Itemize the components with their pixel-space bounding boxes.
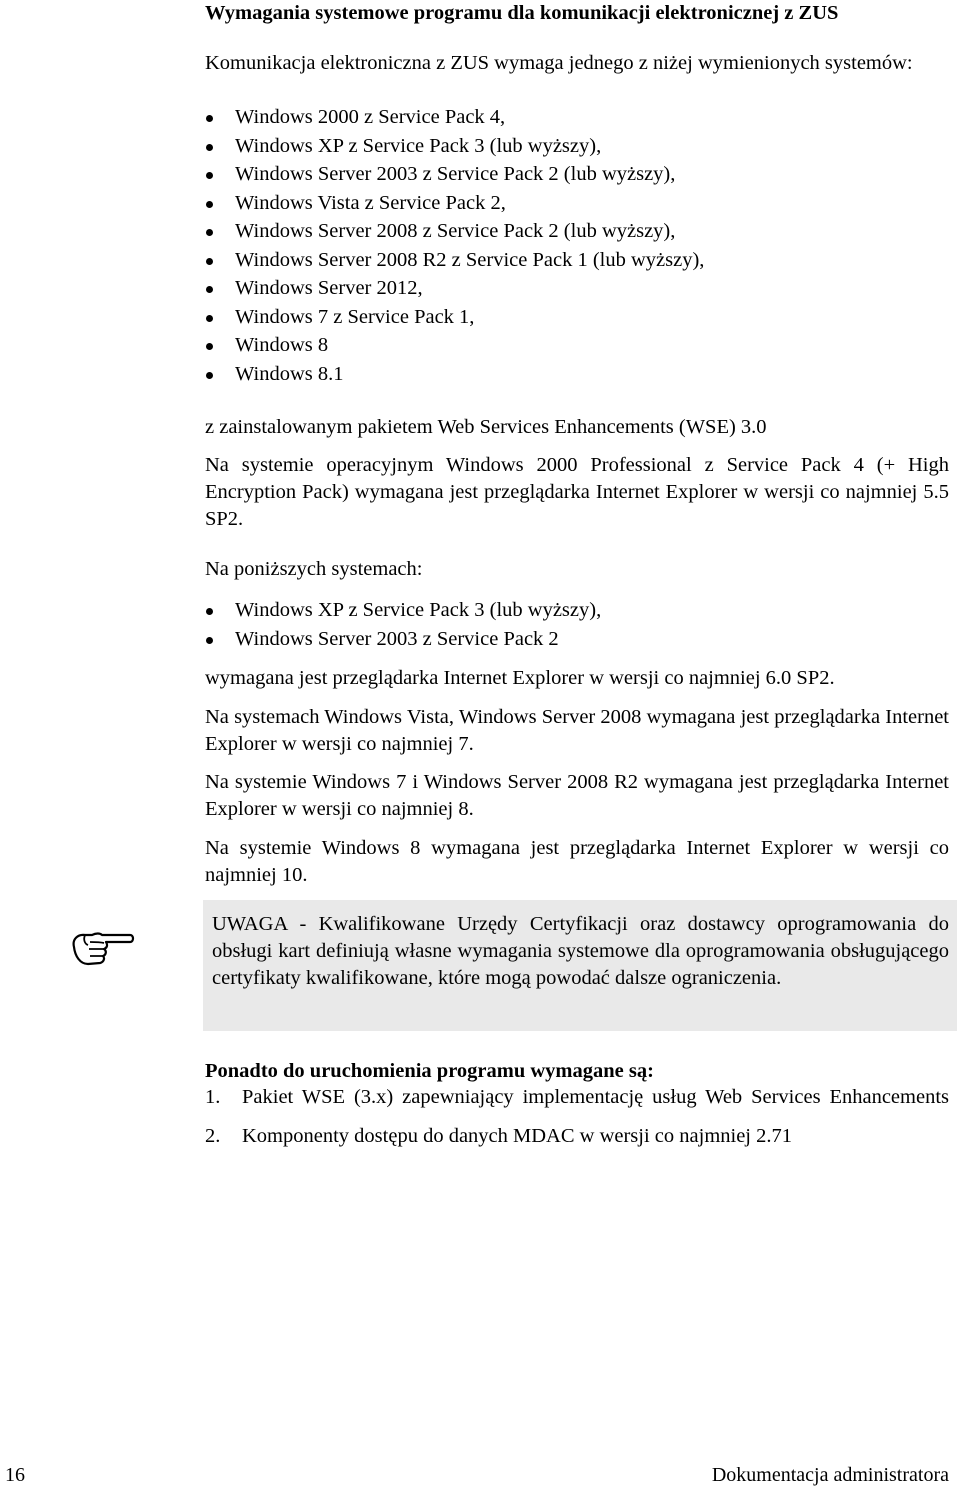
list-item: Windows 8.1 [205, 360, 949, 389]
additional-requirements-heading: Ponadto do uruchomienia programu wymagan… [205, 1060, 654, 1082]
bullet-icon [206, 229, 213, 236]
bullet-icon [206, 286, 213, 293]
list-item: Windows XP z Service Pack 3 (lub wyższy)… [205, 132, 949, 161]
list-item: Windows 8 [205, 331, 949, 360]
list-item: Windows Server 2012, [205, 274, 949, 303]
win7-paragraph: Na systemie Windows 7 i Windows Server 2… [205, 771, 949, 820]
list-item: 2. Komponenty dostępu do danych MDAC w w… [205, 1125, 793, 1147]
bullet-icon [206, 636, 213, 644]
bullet-icon [206, 200, 213, 208]
below-systems-intro: Na poniższych systemach: [205, 558, 423, 580]
vista-paragraph: Na systemach Windows Vista, Windows Serv… [205, 706, 949, 755]
bullet-icon [206, 257, 213, 265]
wse-requirement: z zainstalowanym pakietem Web Services E… [205, 416, 767, 438]
list-item: Windows Server 2008 z Service Pack 2 (lu… [205, 217, 949, 246]
bullet-icon [206, 314, 213, 322]
list-item: Windows Server 2008 R2 z Service Pack 1 … [205, 246, 949, 275]
page-title: Wymagania systemowe programu dla komunik… [205, 2, 839, 24]
list-item: Windows Server 2003 z Service Pack 2 [205, 625, 949, 654]
list-item: Windows Server 2003 z Service Pack 2 (lu… [205, 160, 949, 189]
list-item: Windows 7 z Service Pack 1, [205, 303, 949, 332]
bullet-icon [206, 143, 213, 151]
bullet-icon [206, 172, 213, 179]
ie6-requirement: wymagana jest przeglądarka Internet Expl… [205, 667, 835, 689]
pointing-hand-icon [66, 925, 136, 970]
additional-requirements-list: 1. Pakiet WSE (3.x) zapewniający impleme… [205, 1084, 949, 1150]
below-systems-list: Windows XP z Service Pack 3 (lub wyższy)… [205, 596, 949, 653]
bullet-icon [206, 371, 213, 379]
list-item: Windows Vista z Service Pack 2, [205, 189, 949, 218]
bullet-icon [206, 343, 213, 350]
page-number: 16 [5, 1464, 25, 1486]
intro-paragraph: Komunikacja elektroniczna z ZUS wymaga j… [205, 52, 913, 74]
systems-list: Windows 2000 z Service Pack 4, Windows X… [205, 103, 949, 388]
note-text: UWAGA - Kwalifikowane Urzędy Certyfikacj… [212, 913, 949, 989]
list-item: Windows 2000 z Service Pack 4, [205, 103, 949, 132]
footer-section-title: Dokumentacja administratora [711, 1464, 949, 1486]
win8-paragraph: Na systemie Windows 8 wymagana jest prze… [205, 837, 949, 886]
bullet-icon [206, 115, 213, 122]
list-item: 1. Pakiet WSE (3.x) zapewniający impleme… [205, 1086, 949, 1108]
win2000-paragraph: Na systemie operacyjnym Windows 2000 Pro… [205, 454, 949, 530]
bullet-icon [206, 608, 213, 615]
list-item: Windows XP z Service Pack 3 (lub wyższy)… [205, 596, 949, 625]
